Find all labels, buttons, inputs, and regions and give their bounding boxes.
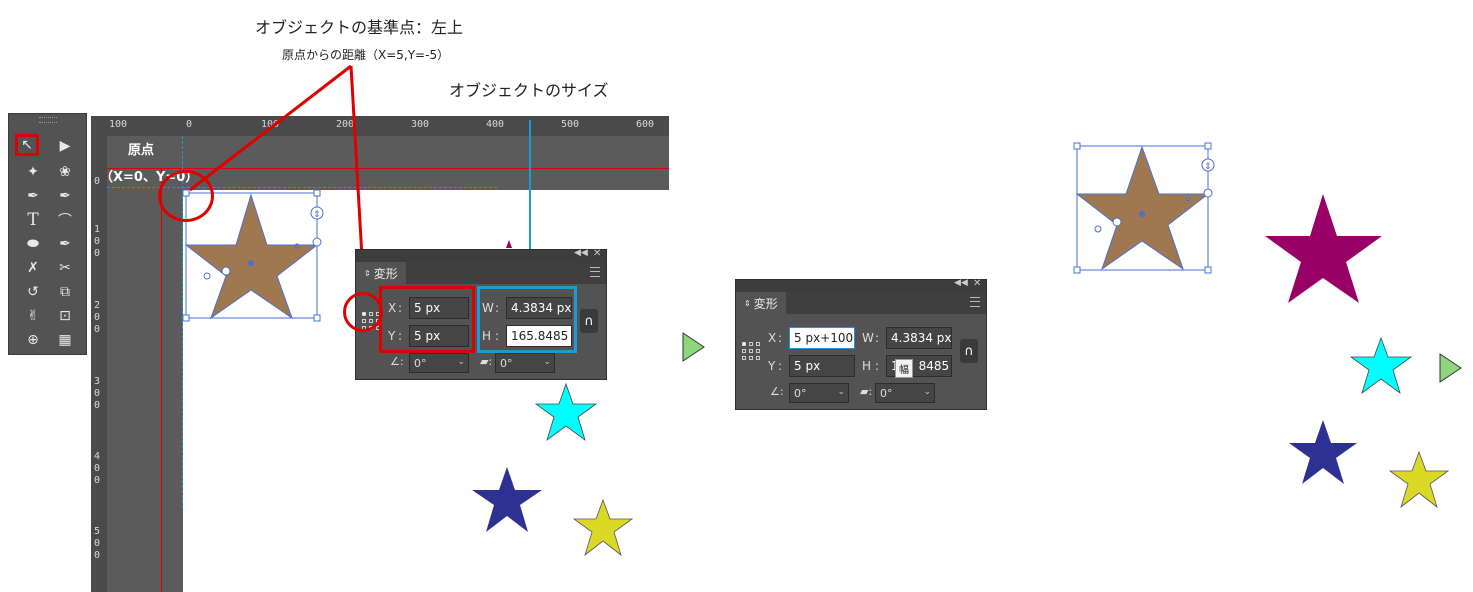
size-highlight-box [477,286,577,353]
tab-transform[interactable]: ⇕ 変形 [356,262,406,284]
chevron-down-icon: ⌄ [837,387,845,397]
panel-titlebar[interactable]: ◀◀ ✕ [356,248,606,262]
arrow-icon [1439,353,1462,383]
x-label: X [768,331,777,345]
tab-arrows-icon: ⇕ [364,268,371,278]
rotate-value: 0° [794,386,807,400]
close-icon[interactable]: ✕ [973,278,981,289]
reference-point-grid-icon[interactable] [742,342,760,360]
star-magenta-partial [506,240,512,248]
shear-value: 0° [500,356,513,370]
y-field[interactable]: 5 px [789,355,855,377]
star-yellow [572,498,634,557]
shear-icon: ▰: [480,355,493,368]
rotate-icon: ∠: [770,385,784,398]
rotate-dropdown[interactable]: 0° ⌄ [409,353,469,373]
tab-transform-label: 変形 [753,296,778,311]
shear-dropdown[interactable]: 0° ⌄ [495,353,555,373]
star-magenta [1265,194,1382,303]
arrow-icon [682,332,705,362]
transform-panel-after: ◀◀ ✕ ⇕ 変形 X : 5 px+100 Y : 5 px W : 4.38… [735,278,987,410]
y-label: Y [768,359,776,373]
star-navy-2 [1289,420,1357,484]
link-icon[interactable]: ∩ [580,309,598,333]
chevron-down-icon: ⌄ [543,357,551,367]
w-label: W [862,331,874,345]
tooltip: 幅 [895,359,913,378]
rotate-value: 0° [414,356,427,370]
chevron-down-icon: ⌄ [923,387,931,397]
svg-text:⇕: ⇕ [313,210,321,220]
link-icon[interactable]: ∩ [960,339,978,363]
star-brown-moved [1075,145,1210,271]
shear-dropdown[interactable]: 0° ⌄ [875,383,935,403]
star-cyan [534,382,598,442]
tab-transform[interactable]: ⇕ 変形 [736,292,786,314]
panel-titlebar[interactable]: ◀◀ ✕ [736,278,986,292]
shear-value: 0° [880,386,893,400]
reference-point-highlight-circle [343,292,383,332]
svg-text:⇕: ⇕ [1204,162,1212,172]
origin-highlight-circle [158,170,214,222]
h-value: 8485 [918,359,950,373]
h-label: H [862,359,872,373]
star-yellow-2 [1388,450,1450,509]
position-highlight-box [379,286,475,353]
chevron-down-icon: ⌄ [457,357,465,367]
collapse-icon[interactable]: ◀◀ [574,248,588,258]
star-cyan-2 [1349,336,1413,395]
rotate-icon: ∠: [390,355,404,368]
collapse-icon[interactable]: ◀◀ [954,278,968,288]
close-icon[interactable]: ✕ [593,248,601,259]
menu-icon[interactable] [590,267,600,277]
w-field[interactable]: 4.3834 px [886,327,952,349]
shear-icon: ▰: [860,385,873,398]
x-field[interactable]: 5 px+100 [789,327,855,349]
tab-transform-label: 変形 [373,266,398,281]
menu-icon[interactable] [970,297,980,307]
star-navy [472,467,542,532]
rotate-dropdown[interactable]: 0° ⌄ [789,383,849,403]
tab-arrows-icon: ⇕ [744,298,751,308]
